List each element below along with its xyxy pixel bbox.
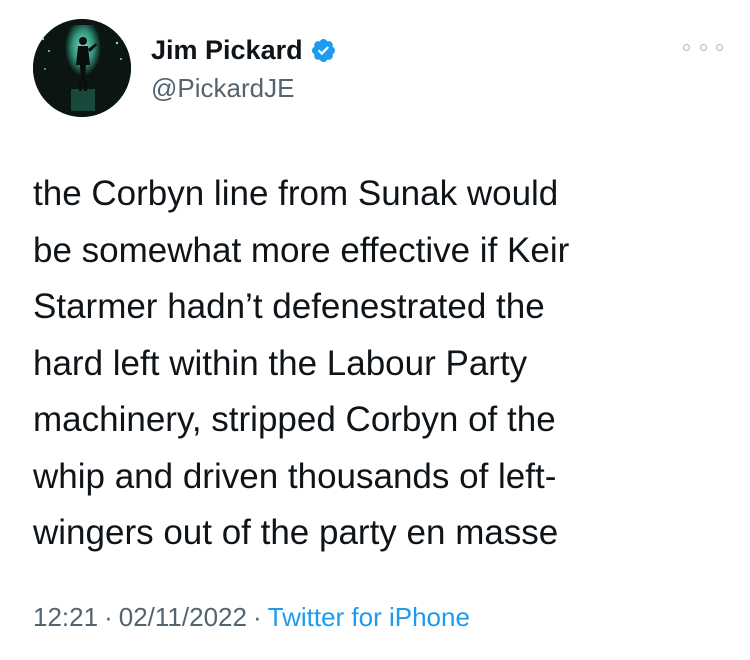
tweet-text: the Corbyn line from Sunak would be some… <box>33 166 723 562</box>
user-handle[interactable]: @PickardJE <box>151 71 337 105</box>
tweet-text-line: be somewhat more effective if Keir <box>33 230 570 270</box>
more-dot <box>683 43 690 51</box>
meta-separator: · <box>104 602 113 632</box>
more-options-icon[interactable] <box>683 38 723 56</box>
tweet-metadata: 12:21 · 02/11/2022 · Twitter for iPhone <box>33 600 470 634</box>
tweet-text-line: the Corbyn line from Sunak would <box>33 174 559 213</box>
display-name[interactable]: Jim Pickard <box>151 33 303 67</box>
tweet-text-line: hard left within the Labour Party <box>33 343 528 383</box>
verified-badge-icon <box>310 37 337 64</box>
avatar-image <box>33 19 131 117</box>
tweet-text-line: machinery, stripped Corbyn of the <box>33 400 556 439</box>
more-dot <box>699 43 707 51</box>
name-row: Jim Pickard <box>151 33 337 67</box>
tweet-time[interactable]: 12:21 <box>33 602 98 632</box>
tweet-date[interactable]: 02/11/2022 <box>119 602 247 632</box>
more-dot <box>716 43 723 51</box>
tweet-text-line: Starmer hadn’t defenestrated the <box>33 287 545 326</box>
avatar[interactable] <box>33 19 131 117</box>
tweet-text-line: wingers out of the party en masse <box>33 513 559 552</box>
tweet-source-link[interactable]: Twitter for iPhone <box>268 602 470 632</box>
tweet-text-line: whip and driven thousands of left- <box>33 456 557 496</box>
author-block: Jim Pickard @PickardJE <box>151 33 337 105</box>
tweet-card: Jim Pickard @PickardJE the Corbyn line f… <box>0 0 750 660</box>
meta-separator: · <box>252 602 262 632</box>
